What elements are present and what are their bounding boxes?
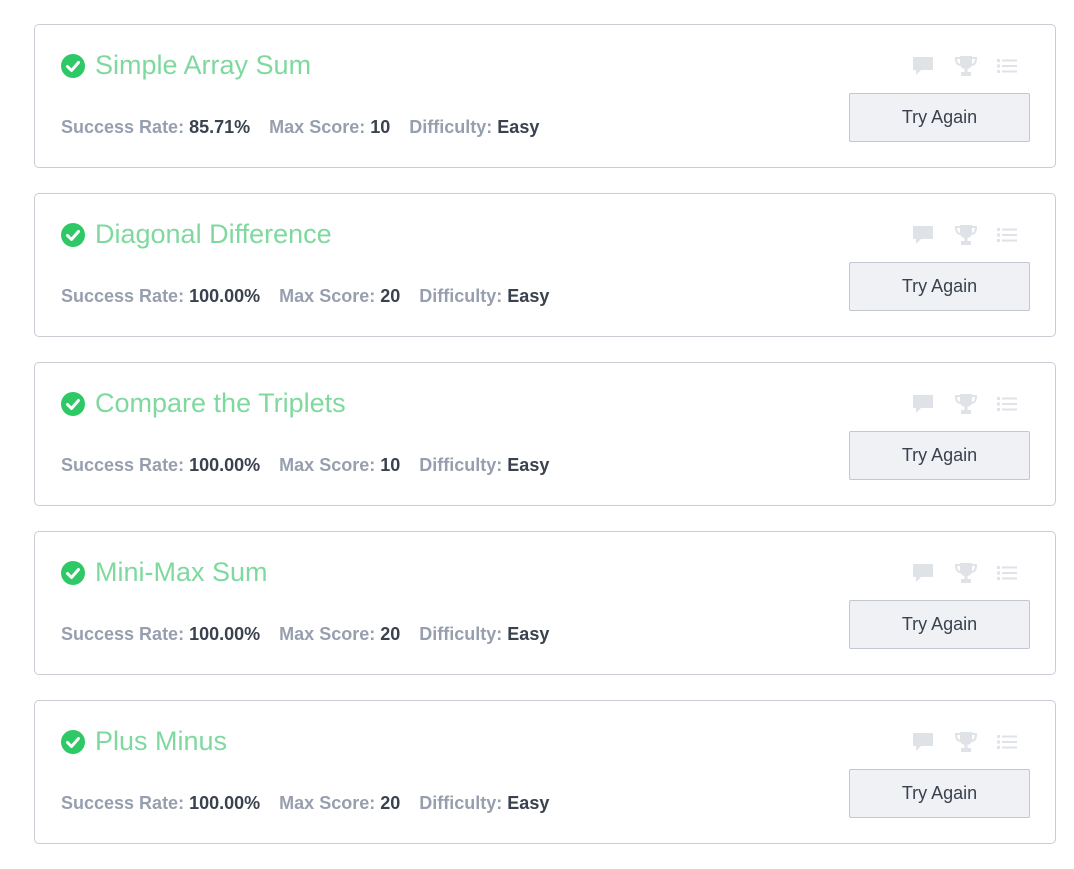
challenge-actions [893,730,1017,754]
difficulty-value: Easy [507,286,550,306]
discussion-icon[interactable] [911,393,935,415]
solved-check-icon [61,223,85,247]
leaderboard-trophy-icon[interactable] [953,561,979,585]
challenge-stats: Success Rate: 100.00% Max Score: 10 Diff… [61,452,563,478]
leaderboard-trophy-icon[interactable] [953,730,979,754]
challenge-title[interactable]: Simple Array Sum [95,47,311,83]
challenge-title[interactable]: Plus Minus [95,723,227,759]
success-rate-label: Success Rate: [61,793,185,813]
challenge-card: Compare the Triplets Success Rate: 100.0… [34,362,1056,506]
success-rate-label: Success Rate: [61,117,185,137]
difficulty: Difficulty: Easy [419,621,549,647]
challenge-actions [893,392,1017,416]
challenge-card: Simple Array Sum Success Rate: 85.71% Ma… [34,24,1056,168]
leaderboard-trophy-icon[interactable] [953,392,979,416]
max-score-label: Max Score: [279,455,376,475]
try-again-button[interactable]: Try Again [849,431,1030,480]
solved-check-icon [61,561,85,585]
success-rate: Success Rate: 100.00% [61,621,260,647]
max-score-label: Max Score: [279,624,376,644]
challenge-stats: Success Rate: 100.00% Max Score: 20 Diff… [61,790,563,816]
max-score-value: 20 [380,793,401,813]
max-score-label: Max Score: [279,286,376,306]
difficulty-label: Difficulty: [419,793,503,813]
challenge-card: Plus Minus Success Rate: 100.00% Max Sco… [34,700,1056,844]
try-again-button[interactable]: Try Again [849,600,1030,649]
success-rate: Success Rate: 100.00% [61,452,260,478]
challenge-actions [893,54,1017,78]
max-score-label: Max Score: [279,793,376,813]
difficulty: Difficulty: Easy [419,452,549,478]
try-again-button[interactable]: Try Again [849,93,1030,142]
max-score-value: 10 [380,455,401,475]
challenge-title[interactable]: Mini-Max Sum [95,554,268,590]
success-rate-label: Success Rate: [61,624,185,644]
success-rate-value: 100.00% [189,793,261,813]
difficulty-label: Difficulty: [419,624,503,644]
editorial-list-icon[interactable] [997,564,1017,582]
success-rate-value: 100.00% [189,624,261,644]
try-again-button[interactable]: Try Again [849,262,1030,311]
success-rate-label: Success Rate: [61,286,185,306]
challenge-card: Mini-Max Sum Success Rate: 100.00% Max S… [34,531,1056,675]
discussion-icon[interactable] [911,731,935,753]
max-score: Max Score: 20 [279,283,400,309]
solved-check-icon [61,54,85,78]
challenge-title[interactable]: Compare the Triplets [95,385,346,421]
max-score: Max Score: 10 [279,452,400,478]
success-rate: Success Rate: 100.00% [61,283,260,309]
max-score-value: 10 [370,117,391,137]
solved-check-icon [61,730,85,754]
difficulty: Difficulty: Easy [419,790,549,816]
challenge-stats: Success Rate: 100.00% Max Score: 20 Diff… [61,621,563,647]
challenge-actions [893,223,1017,247]
success-rate-value: 100.00% [189,455,261,475]
challenge-list: Simple Array Sum Success Rate: 85.71% Ma… [34,24,1056,869]
editorial-list-icon[interactable] [997,733,1017,751]
editorial-list-icon[interactable] [997,226,1017,244]
difficulty-value: Easy [497,117,540,137]
success-rate-value: 100.00% [189,286,261,306]
max-score: Max Score: 20 [279,790,400,816]
success-rate: Success Rate: 100.00% [61,790,260,816]
difficulty-value: Easy [507,793,550,813]
difficulty-label: Difficulty: [409,117,493,137]
discussion-icon[interactable] [911,224,935,246]
max-score-label: Max Score: [269,117,366,137]
success-rate: Success Rate: 85.71% [61,114,250,140]
difficulty-label: Difficulty: [419,286,503,306]
solved-check-icon [61,392,85,416]
difficulty: Difficulty: Easy [419,283,549,309]
editorial-list-icon[interactable] [997,395,1017,413]
leaderboard-trophy-icon[interactable] [953,54,979,78]
discussion-icon[interactable] [911,562,935,584]
challenge-stats: Success Rate: 85.71% Max Score: 10 Diffi… [61,114,553,140]
max-score-value: 20 [380,286,401,306]
difficulty-label: Difficulty: [419,455,503,475]
challenge-card: Diagonal Difference Success Rate: 100.00… [34,193,1056,337]
max-score: Max Score: 20 [279,621,400,647]
try-again-button[interactable]: Try Again [849,769,1030,818]
difficulty-value: Easy [507,624,550,644]
difficulty-value: Easy [507,455,550,475]
challenge-stats: Success Rate: 100.00% Max Score: 20 Diff… [61,283,563,309]
difficulty: Difficulty: Easy [409,114,539,140]
challenge-title[interactable]: Diagonal Difference [95,216,332,252]
leaderboard-trophy-icon[interactable] [953,223,979,247]
success-rate-value: 85.71% [189,117,251,137]
max-score-value: 20 [380,624,401,644]
challenge-actions [893,561,1017,585]
success-rate-label: Success Rate: [61,455,185,475]
discussion-icon[interactable] [911,55,935,77]
max-score: Max Score: 10 [269,114,390,140]
editorial-list-icon[interactable] [997,57,1017,75]
